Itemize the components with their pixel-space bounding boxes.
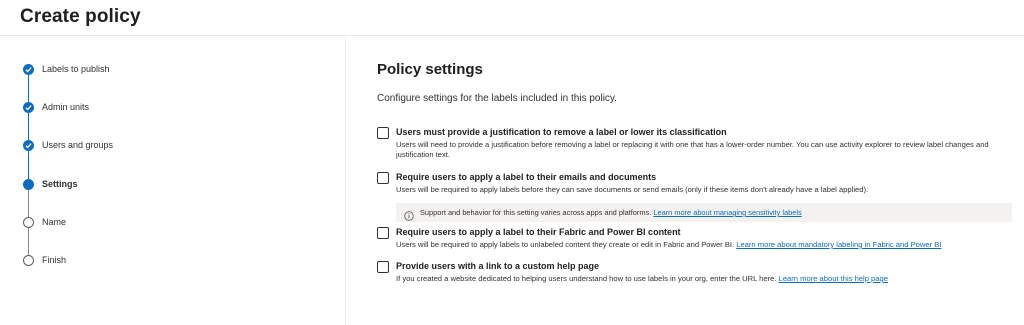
- require-label-fabric-checkbox[interactable]: [377, 227, 389, 239]
- step-connector: [28, 113, 29, 141]
- option-title: Provide users with a link to a custom he…: [396, 261, 600, 271]
- option-description: Users will be required to apply labels t…: [396, 240, 1001, 250]
- step-connector: [28, 228, 29, 256]
- current-step-dot-icon: [23, 178, 34, 190]
- justification-checkbox[interactable]: [377, 127, 389, 139]
- option-title: Require users to apply a label to their …: [396, 172, 657, 182]
- option-description: If you created a website dedicated to he…: [396, 274, 1001, 284]
- info-icon: [404, 208, 414, 221]
- empty-circle-icon: [23, 216, 34, 228]
- option-title: Users must provide a justification to re…: [396, 127, 727, 137]
- option-require-label-emails-docs: Require users to apply a label to their …: [377, 172, 1017, 224]
- step-label: Users and groups: [42, 140, 114, 150]
- main-content: Policy settings Configure settings for t…: [347, 37, 1024, 325]
- learn-more-mandatory-labeling-link[interactable]: Learn more about mandatory labeling in F…: [736, 240, 941, 249]
- step-admin-units[interactable]: Admin units: [23, 100, 89, 114]
- step-label: Name: [42, 217, 67, 227]
- section-description: Configure settings for the labels includ…: [377, 93, 617, 104]
- info-message: Support and behavior for this setting va…: [420, 208, 652, 217]
- step-labels-to-publish[interactable]: Labels to publish: [23, 62, 110, 76]
- step-label: Labels to publish: [42, 64, 110, 74]
- option-justification: Users must provide a justification to re…: [377, 127, 1017, 167]
- option-require-label-fabric: Require users to apply a label to their …: [377, 227, 1017, 253]
- option-custom-help-page: Provide users with a link to a custom he…: [377, 261, 1017, 287]
- section-title: Policy settings: [377, 61, 483, 78]
- step-users-and-groups[interactable]: Users and groups: [23, 138, 113, 152]
- info-text: Support and behavior for this setting va…: [420, 208, 802, 217]
- learn-more-sensitivity-labels-link[interactable]: Learn more about managing sensitivity la…: [653, 208, 801, 217]
- wizard-stepper: Labels to publish Admin units Users and …: [0, 37, 346, 325]
- step-settings[interactable]: Settings: [23, 177, 78, 191]
- empty-circle-icon: [23, 254, 34, 266]
- page-title: Create policy: [20, 6, 141, 27]
- step-connector: [28, 75, 29, 103]
- step-label: Settings: [42, 179, 78, 189]
- step-finish[interactable]: Finish: [23, 253, 66, 267]
- step-connector: [28, 151, 29, 180]
- page-header: Create policy: [0, 0, 1024, 36]
- option-description: Users will need to provide a justificati…: [396, 140, 989, 159]
- step-name[interactable]: Name: [23, 215, 66, 229]
- step-label: Admin units: [42, 102, 90, 112]
- checkmark-icon: [23, 63, 34, 75]
- option-title: Require users to apply a label to their …: [396, 227, 681, 237]
- require-label-checkbox[interactable]: [377, 172, 389, 184]
- checkmark-icon: [23, 101, 34, 113]
- learn-more-help-page-link[interactable]: Learn more about this help page: [779, 274, 888, 283]
- step-connector: [28, 190, 29, 218]
- info-message-bar: Support and behavior for this setting va…: [396, 203, 1012, 222]
- option-description-text: If you created a website dedicated to he…: [396, 274, 777, 283]
- step-label: Finish: [42, 255, 67, 265]
- custom-help-page-checkbox[interactable]: [377, 261, 389, 273]
- option-description-text: Users will be required to apply labels t…: [396, 240, 735, 249]
- option-description: Users will be required to apply labels b…: [396, 185, 869, 194]
- checkmark-icon: [23, 139, 34, 151]
